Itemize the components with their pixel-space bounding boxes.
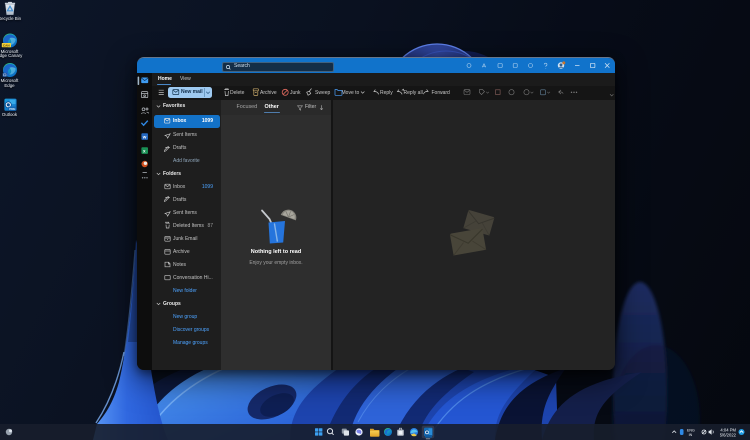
- svg-text:PRE: PRE: [9, 107, 15, 111]
- svg-text:5/6/2022: 5/6/2022: [720, 433, 737, 438]
- svg-text:CAN: CAN: [3, 43, 10, 47]
- svg-text:IN: IN: [689, 433, 693, 437]
- svg-text:w: w: [142, 135, 147, 140]
- svg-text:x: x: [143, 149, 146, 154]
- svg-text:ENG: ENG: [687, 428, 695, 432]
